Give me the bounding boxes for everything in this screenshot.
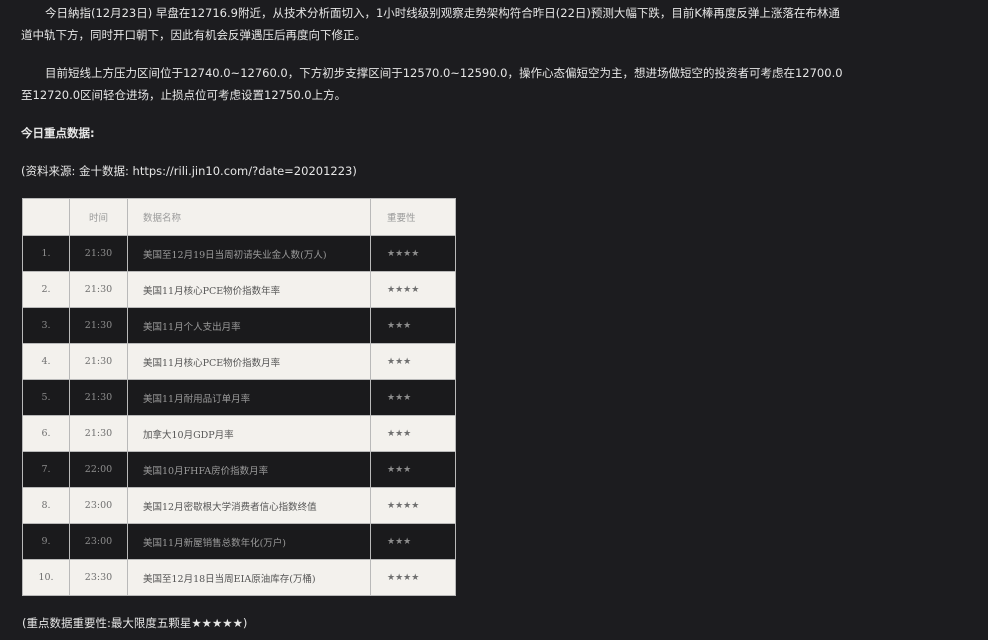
row-importance-stars: ★★★ [370, 343, 456, 380]
row-data-name: 美国至12月19日当周初请失业金人数(万人) [127, 235, 371, 272]
header-time: 时间 [69, 198, 128, 236]
row-data-name: 加拿大10月GDP月率 [127, 415, 371, 452]
key-data-heading: 今日重点数据: [21, 126, 95, 140]
row-data-name: 美国11月耐用品订单月率 [127, 379, 371, 416]
row-importance-stars: ★★★ [370, 379, 456, 416]
row-index: 2. [22, 271, 70, 308]
economic-calendar-table: 时间 数据名称 重要性 1. 21:30 美国至12月19日当周初请失业金人数(… [22, 198, 456, 596]
row-time: 21:30 [69, 307, 128, 344]
analysis-paragraph-2: 目前短线上方压力区间位于12740.0~12760.0，下方初步支撑区间于125… [21, 66, 843, 102]
row-importance-stars: ★★★ [370, 451, 456, 488]
table-row: 10. 23:30 美国至12月18日当周EIA原油库存(万桶) ★★★★ [22, 559, 456, 596]
row-data-name: 美国11月核心PCE物价指数月率 [127, 343, 371, 380]
row-time: 21:30 [69, 379, 128, 416]
row-data-name: 美国10月FHFA房价指数月率 [127, 451, 371, 488]
row-index: 3. [22, 307, 70, 344]
row-index: 4. [22, 343, 70, 380]
row-time: 23:30 [69, 559, 128, 596]
row-time: 21:30 [69, 415, 128, 452]
row-index: 10. [22, 559, 70, 596]
data-source-note: (资料来源: 金十数据: https://rili.jin10.com/?dat… [21, 164, 357, 178]
row-importance-stars: ★★★★ [370, 235, 456, 272]
table-row: 1. 21:30 美国至12月19日当周初请失业金人数(万人) ★★★★ [22, 235, 456, 272]
table-row: 6. 21:30 加拿大10月GDP月率 ★★★ [22, 415, 456, 452]
table-row: 8. 23:00 美国12月密歇根大学消费者信心指数终值 ★★★★ [22, 487, 456, 524]
row-importance-stars: ★★★ [370, 523, 456, 560]
row-importance-stars: ★★★★ [370, 559, 456, 596]
row-data-name: 美国11月个人支出月率 [127, 307, 371, 344]
table-row: 2. 21:30 美国11月核心PCE物价指数年率 ★★★★ [22, 271, 456, 308]
importance-footnote: (重点数据重要性:最大限度五颗星★★★★★) [22, 616, 248, 630]
row-time: 23:00 [69, 523, 128, 560]
table-header-row: 时间 数据名称 重要性 [22, 198, 456, 236]
row-time: 22:00 [69, 451, 128, 488]
table-row: 9. 23:00 美国11月新屋销售总数年化(万户) ★★★ [22, 523, 456, 560]
table-row: 7. 22:00 美国10月FHFA房价指数月率 ★★★ [22, 451, 456, 488]
row-index: 9. [22, 523, 70, 560]
row-importance-stars: ★★★ [370, 415, 456, 452]
table-row: 4. 21:30 美国11月核心PCE物价指数月率 ★★★ [22, 343, 456, 380]
row-time: 21:30 [69, 235, 128, 272]
row-data-name: 美国12月密歇根大学消费者信心指数终值 [127, 487, 371, 524]
row-time: 21:30 [69, 343, 128, 380]
row-index: 6. [22, 415, 70, 452]
row-data-name: 美国11月新屋销售总数年化(万户) [127, 523, 371, 560]
table-row: 5. 21:30 美国11月耐用品订单月率 ★★★ [22, 379, 456, 416]
row-data-name: 美国至12月18日当周EIA原油库存(万桶) [127, 559, 371, 596]
analysis-paragraph-1: 今日納指(12月23日) 早盘在12716.9附近，从技术分析面切入，1小时线级… [21, 6, 840, 42]
row-index: 5. [22, 379, 70, 416]
row-index: 8. [22, 487, 70, 524]
row-importance-stars: ★★★★ [370, 487, 456, 524]
header-index [22, 198, 70, 236]
table-row: 3. 21:30 美国11月个人支出月率 ★★★ [22, 307, 456, 344]
row-time: 21:30 [69, 271, 128, 308]
row-index: 1. [22, 235, 70, 272]
row-importance-stars: ★★★ [370, 307, 456, 344]
header-importance: 重要性 [370, 198, 456, 236]
header-data-name: 数据名称 [127, 198, 371, 236]
row-index: 7. [22, 451, 70, 488]
row-data-name: 美国11月核心PCE物价指数年率 [127, 271, 371, 308]
row-time: 23:00 [69, 487, 128, 524]
row-importance-stars: ★★★★ [370, 271, 456, 308]
